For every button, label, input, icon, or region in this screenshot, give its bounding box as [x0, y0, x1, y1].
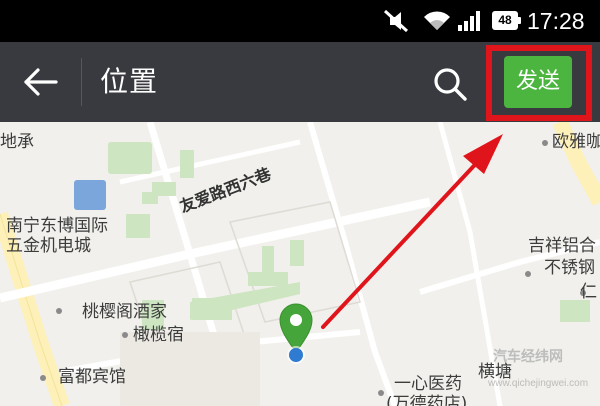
map-label-east-shop: 欧雅咖: [552, 132, 600, 152]
toolbar-divider: [81, 58, 82, 106]
map-label-metal: 吉祥铝合: [528, 236, 596, 256]
battery-icon: 48: [492, 11, 521, 30]
map-label-expo: 南宁东博国际: [6, 216, 108, 236]
map-label-expo-line2: 五金机电城: [6, 236, 91, 256]
mute-icon: [383, 9, 409, 33]
clock: 17:28: [527, 8, 585, 34]
map-label-clinic: 一心医药: [394, 374, 462, 394]
map-label-left-edge: 地承: [0, 132, 34, 152]
toolbar: 位置 发送: [0, 42, 600, 122]
wifi-icon: [424, 11, 450, 30]
watermark: 汽车经纬网: [493, 349, 563, 365]
map-label-inn: 橄榄宿: [133, 325, 184, 345]
watermark-url: www.qichejingwei.com: [488, 378, 589, 389]
page-title: 位置: [100, 65, 159, 98]
search-icon[interactable]: [429, 64, 471, 104]
location-pin-icon[interactable]: [278, 302, 318, 372]
back-arrow-icon[interactable]: [18, 62, 64, 102]
signal-icon: [458, 11, 480, 31]
map-label-ren: 仁: [580, 282, 597, 302]
map-label-metal-line2: 不锈钢: [544, 258, 595, 278]
map-label-fudu: 富都宾馆: [58, 367, 126, 387]
map-label-hotel: 桃樱阁酒家: [82, 302, 167, 322]
map-label-clinic-line2: (万德药店): [386, 394, 468, 406]
status-bar: 48 17:28: [0, 0, 600, 42]
send-button[interactable]: 发送: [504, 56, 572, 108]
